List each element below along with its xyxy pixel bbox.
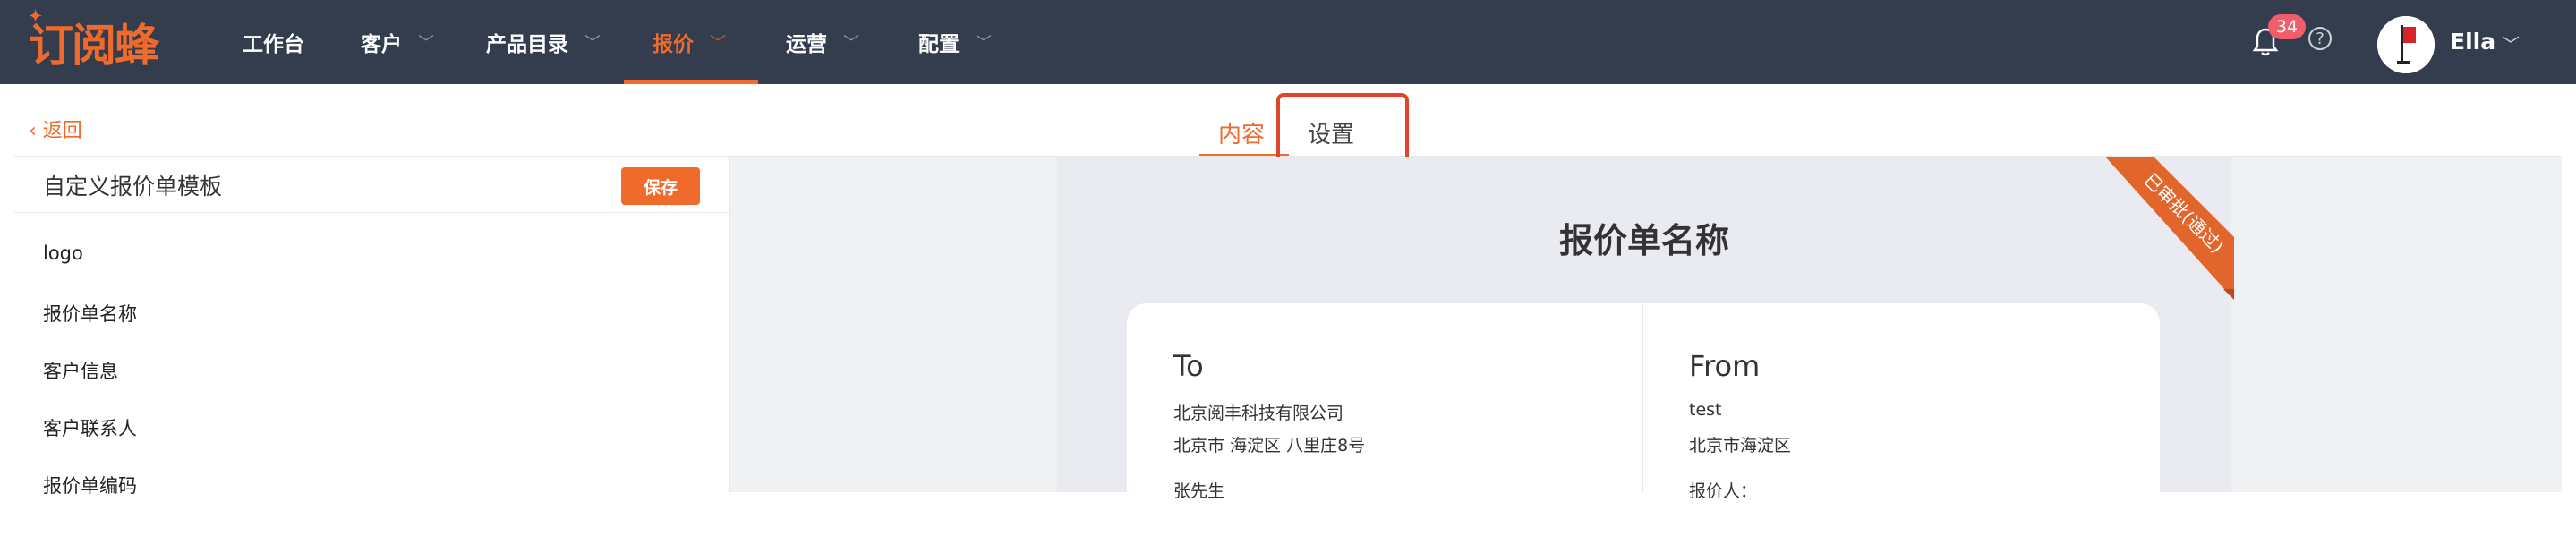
to-heading: To (1173, 349, 1204, 383)
user-name[interactable]: Ella (2450, 29, 2495, 55)
sidebar-item-quote-name[interactable]: 报价单名称 (43, 300, 137, 327)
chevron-down-icon: ﹀ (584, 34, 601, 53)
sidebar-header: 自定义报价单模板 保存 (14, 157, 729, 213)
nav-item-label: 工作台 (243, 33, 304, 56)
sidebar-item-customer-contact[interactable]: 客户联系人 (43, 414, 137, 441)
nav-item-label: 运营 (786, 33, 827, 56)
card-divider (1642, 303, 1643, 492)
back-label: 返回 (42, 120, 82, 142)
sidebar-title: 自定义报价单模板 (43, 174, 223, 200)
nav-item-label: 产品目录 (486, 33, 568, 56)
nav-item-label: 报价 (653, 33, 694, 56)
avatar[interactable] (2377, 16, 2435, 73)
tab-active-indicator (1199, 154, 1289, 156)
to-contact: 张先生 (1173, 481, 1225, 501)
nav-item-label: 客户 (361, 33, 402, 56)
chevron-down-icon: ﹀ (976, 34, 992, 53)
to-company: 北京阅丰科技有限公司 (1173, 404, 1344, 423)
from-heading: From (1689, 349, 1761, 383)
notification-badge: 34 (2268, 14, 2306, 39)
nav-item-catalog[interactable]: 产品目录 ﹀ (486, 0, 601, 84)
nav-item-label: 配置 (918, 33, 960, 56)
nav-active-indicator (624, 80, 758, 84)
help-icon[interactable]: ? (2308, 27, 2332, 50)
chevron-left-icon: ‹ (29, 120, 43, 142)
sidebar-item-quote-code[interactable]: 报价单编码 (43, 472, 137, 498)
quote-title: 报价单名称 (1558, 221, 1729, 260)
nav-item-quotes[interactable]: 报价 ﹀ (653, 0, 726, 84)
bee-icon: ✦ (29, 7, 42, 26)
nav-item-customers[interactable]: 客户 ﹀ (361, 0, 434, 84)
sidebar-item-logo[interactable]: logo (43, 242, 83, 264)
nav-item-operations[interactable]: 运营 ﹀ (786, 0, 859, 84)
chevron-down-icon: ﹀ (843, 34, 859, 53)
from-company: test (1689, 400, 1722, 420)
top-nav-bar: ✦ 订阅蜂 工作台 客户 ﹀ 产品目录 ﹀ 报价 ﹀ 运营 ﹀ 配置 ﹀ 34 … (0, 0, 2576, 84)
save-button[interactable]: 保存 (621, 167, 700, 205)
sidebar-item-customer-info[interactable]: 客户信息 (43, 357, 118, 384)
to-address: 北京市 海淀区 八里庄8号 (1173, 436, 1366, 455)
tab-content[interactable]: 内容 (1218, 116, 1265, 149)
avatar-image (2377, 16, 2435, 73)
nav-item-workbench[interactable]: 工作台 (243, 0, 304, 84)
nav-item-settings[interactable]: 配置 ﹀ (918, 0, 992, 84)
chevron-down-icon: ﹀ (418, 34, 434, 53)
chevron-down-icon[interactable]: ﹀ (2502, 30, 2520, 56)
from-address: 北京市海淀区 (1689, 436, 1792, 455)
brand-logo[interactable]: ✦ 订阅蜂 (29, 7, 195, 73)
back-button[interactable]: ‹ 返回 (29, 115, 82, 143)
from-quoter: 报价人： (1689, 481, 1758, 501)
brand-logo-text: 订阅蜂 (29, 19, 159, 72)
template-sidebar: 自定义报价单模板 保存 logo 报价单名称 客户信息 客户联系人 报价单编码 (14, 157, 730, 497)
chevron-down-icon: ﹀ (710, 34, 726, 53)
